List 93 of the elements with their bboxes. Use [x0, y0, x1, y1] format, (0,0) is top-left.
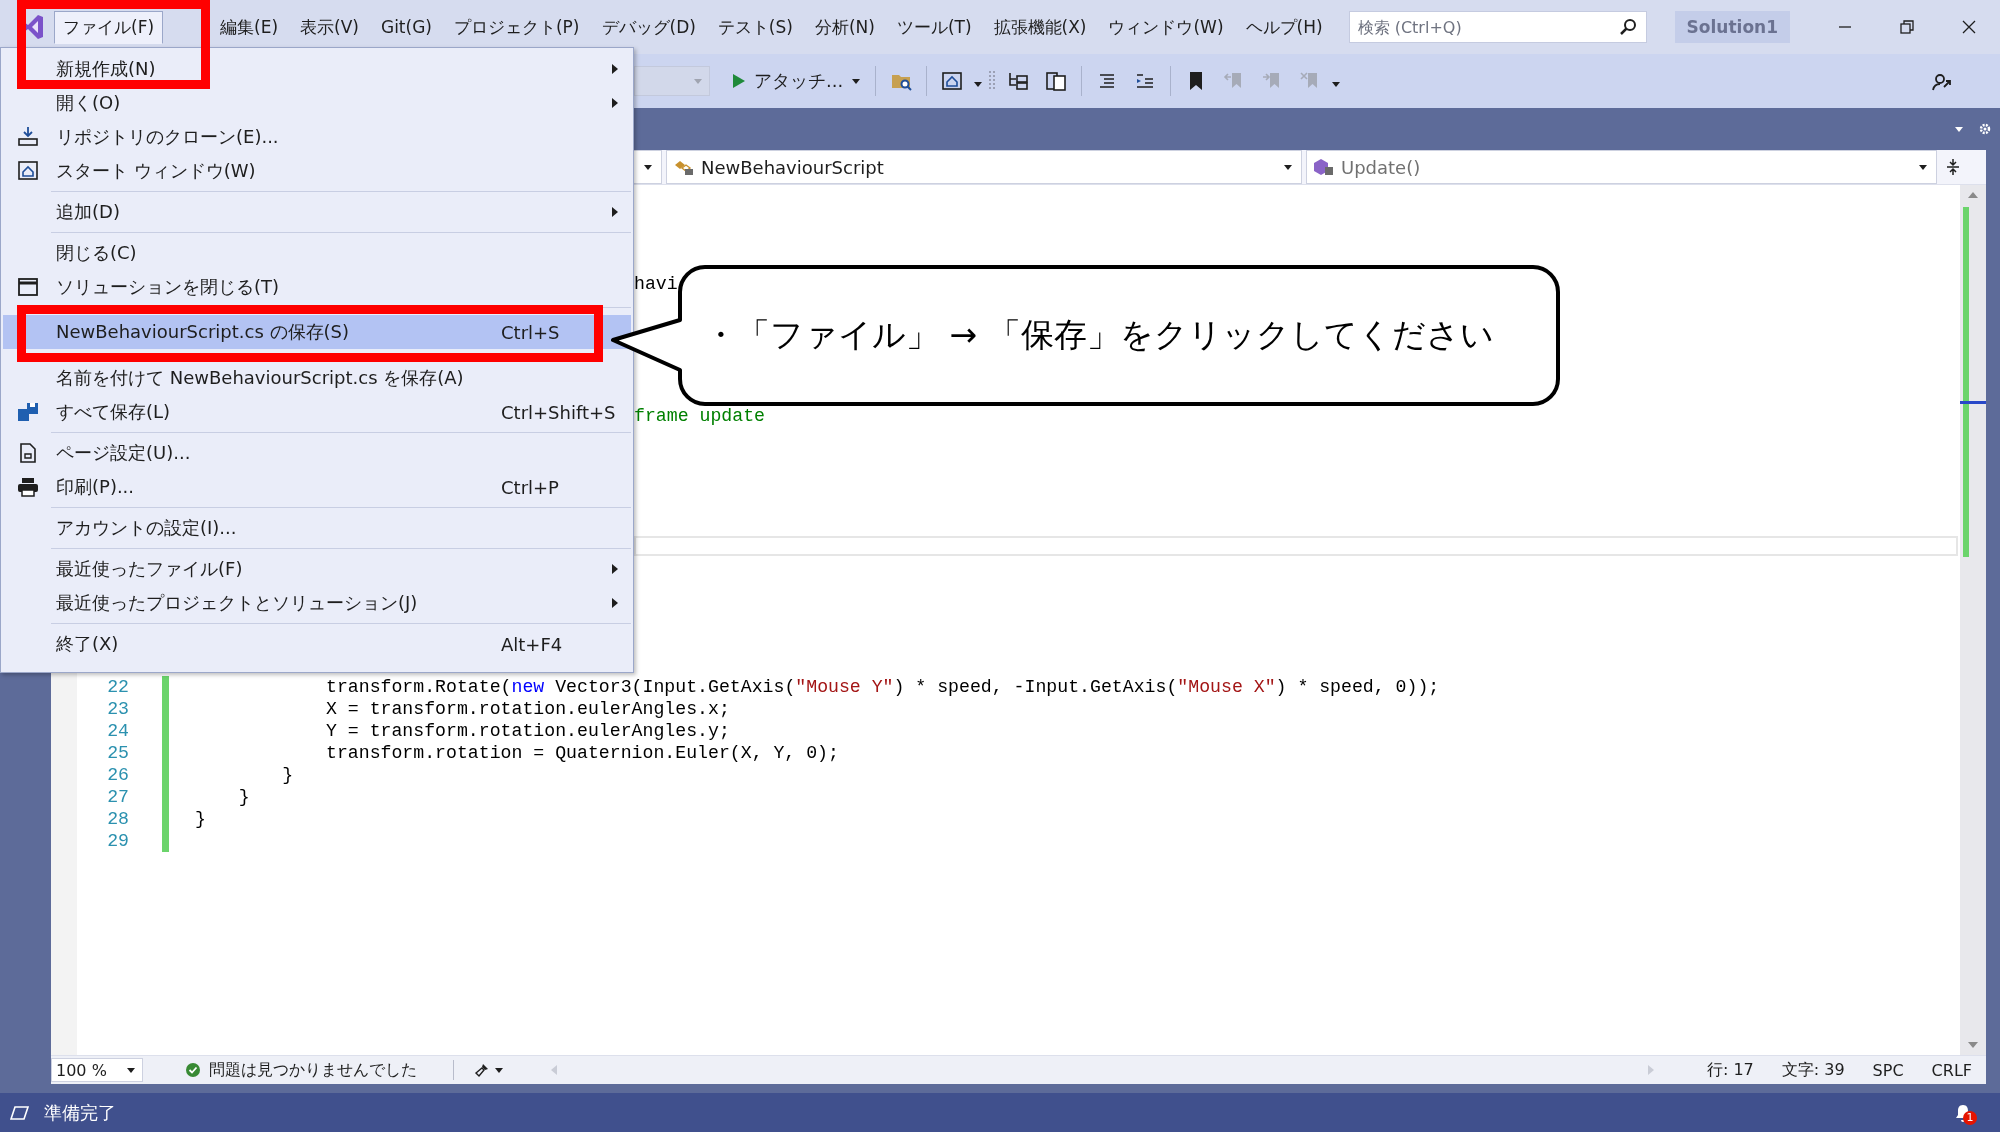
attach-button[interactable]: アタッチ...: [727, 65, 867, 97]
menu-item[interactable]: NewBehaviourScript.cs の保存(S) Ctrl+S: [3, 315, 631, 349]
floppy-stack-icon: [17, 401, 39, 423]
menu-item[interactable]: 編集(E): [211, 10, 288, 44]
menu-item[interactable]: 最近使ったファイル(F): [3, 552, 631, 586]
menu-item[interactable]: 印刷(P)... Ctrl+P: [3, 470, 631, 504]
menu-item[interactable]: ウィンドウ(W): [1099, 10, 1233, 44]
line-number: 26: [106, 764, 129, 786]
menu-item[interactable]: 閉じる(C): [3, 236, 631, 270]
menu-item[interactable]: 開く(O): [3, 86, 631, 120]
line-indicator: 行: 17: [1706, 1059, 1754, 1081]
home-window-icon: [941, 70, 964, 92]
caret-icon: [851, 76, 862, 86]
restore-icon: [1900, 20, 1914, 34]
menu-item[interactable]: リポジトリのクローン(E)...: [3, 120, 631, 154]
menu-item[interactable]: Git(G): [371, 12, 441, 42]
method-icon: [1313, 158, 1335, 176]
notification-badge: 1: [1963, 1110, 1977, 1125]
menu-item[interactable]: デバッグ(D): [592, 10, 705, 44]
line-number: 29: [106, 830, 129, 852]
caret-icon: [126, 1065, 136, 1075]
search-icon[interactable]: [1618, 18, 1637, 36]
code-line: }: [281, 764, 294, 786]
menu-item[interactable]: アカウントの設定(I)...: [3, 511, 631, 545]
code-line: X = transform.rotation.eulerAngles.x;: [324, 698, 730, 720]
split-icon: [1946, 158, 1960, 176]
line-number: 28: [106, 808, 129, 830]
code-text: frame update: [634, 405, 765, 427]
menu-item[interactable]: 最近使ったプロジェクトとソリューション(J): [3, 586, 631, 620]
scroll-up-icon[interactable]: [1967, 191, 1979, 199]
class-dropdown[interactable]: NewBehaviourScript: [666, 150, 1302, 184]
brush-icon: [474, 1062, 490, 1078]
menu-item[interactable]: 新規作成(N): [3, 52, 631, 86]
menu-item[interactable]: ヘルプ(H): [1236, 10, 1332, 44]
menu-item[interactable]: 拡張機能(X): [984, 10, 1096, 44]
caret-icon: [1918, 162, 1928, 172]
menu-item[interactable]: 追加(D): [3, 195, 631, 229]
indent-indicator[interactable]: SPC: [1872, 1060, 1904, 1080]
menu-item[interactable]: スタート ウィンドウ(W): [3, 154, 631, 188]
menu-item[interactable]: 表示(V): [291, 10, 368, 44]
issues-status[interactable]: 問題は見つかりませんでした: [209, 1059, 417, 1081]
home-window-icon: [17, 160, 39, 182]
code-line: transform.Rotate(new Vector3(Input.GetAxis("Mouse Y") * speed, -Input.GetAxis("Mouse X") * speed, 0));: [324, 676, 1440, 698]
zoom-dropdown[interactable]: 100 %: [51, 1058, 143, 1082]
code-line: transform.rotation = Quaternion.Euler(X, Y, 0);: [324, 742, 839, 764]
scroll-down-icon[interactable]: [1967, 1041, 1979, 1049]
callout-text: ・「ファイル」 → 「保存」をクリックしてください: [704, 314, 1494, 356]
member-dropdown[interactable]: Update(): [1306, 150, 1937, 184]
window-icon: [18, 278, 38, 296]
caret-icon: [643, 162, 653, 172]
tree-icon: [1007, 70, 1030, 92]
code-line: }: [195, 808, 206, 830]
search-field[interactable]: 検索 (Ctrl+Q): [1348, 11, 1647, 43]
menu-item[interactable]: テスト(S): [708, 10, 802, 44]
menu-item[interactable]: ツール(T): [887, 10, 981, 44]
settings-icon[interactable]: [1978, 122, 1992, 136]
grip-icon: [989, 71, 996, 91]
class-icon: [673, 158, 695, 176]
menu-item[interactable]: 名前を付けて NewBehaviourScript.cs を保存(A): [3, 361, 631, 395]
caret-icon: [1283, 162, 1293, 172]
page-icon: [17, 442, 39, 464]
code-text: havi: [634, 273, 678, 295]
download-icon: [17, 126, 39, 148]
menu-item[interactable]: ファイル(F): [54, 10, 164, 44]
menu-item[interactable]: 分析(N): [805, 10, 884, 44]
line-number: 25: [106, 742, 129, 764]
printer-icon: [17, 476, 39, 498]
line-number: 23: [106, 698, 129, 720]
column-indicator: 文字: 39: [1781, 1059, 1845, 1081]
caret-icon: [693, 76, 703, 86]
line-ending-indicator[interactable]: CRLF: [1931, 1060, 1972, 1080]
pages-icon: [1045, 70, 1068, 92]
play-icon: [732, 73, 746, 89]
menu-item[interactable]: ソリューションを閉じる(T): [3, 270, 631, 304]
parallelogram-icon: [10, 1104, 30, 1121]
solution-name: Solution1: [1674, 11, 1790, 43]
menu-item[interactable]: すべて保存(L) Ctrl+Shift+S: [3, 395, 631, 429]
caret-marker: [1960, 401, 1986, 404]
close-icon: [1962, 20, 1976, 34]
check-circle-icon: [185, 1062, 201, 1078]
menu-item[interactable]: プロジェクト(P): [444, 10, 589, 44]
caret-icon: [494, 1065, 504, 1075]
status-text: 準備完了: [44, 1100, 116, 1125]
menu-item[interactable]: 終了(X) Alt+F4: [3, 627, 631, 661]
scrollbar[interactable]: [1960, 185, 1986, 1055]
code-line: Y = transform.rotation.eulerAngles.y;: [324, 720, 730, 742]
caret-icon[interactable]: [1954, 124, 1964, 134]
line-number: 22: [106, 676, 129, 698]
line-number: 24: [106, 720, 129, 742]
line-number: 27: [106, 786, 129, 808]
code-line: }: [237, 786, 250, 808]
menu-item[interactable]: ページ設定(U)...: [3, 436, 631, 470]
code-cleanup-button[interactable]: [474, 1062, 504, 1078]
